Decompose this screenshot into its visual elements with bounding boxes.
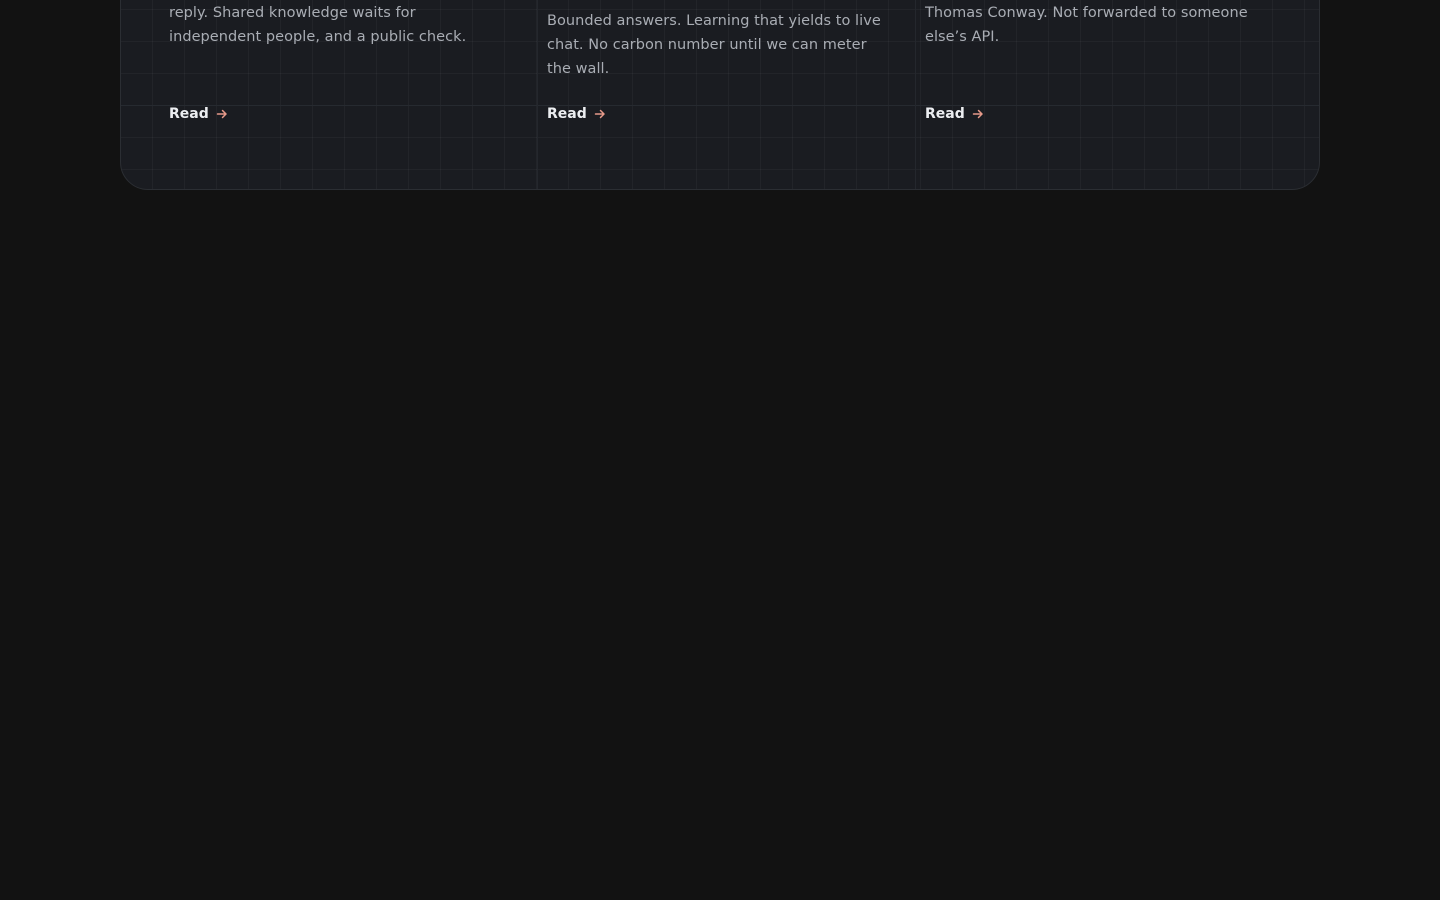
arrow-right-icon: [594, 109, 605, 119]
column-separator: [537, 0, 538, 189]
arrow-right-icon: [216, 109, 227, 119]
read-link-label: Read: [169, 106, 209, 122]
arrow-right-icon: [972, 109, 983, 119]
article-description: Thomas Conway. Not forwarded to someone …: [925, 5, 1248, 45]
article-description: reply. Shared knowledge waits for indepe…: [169, 5, 467, 45]
read-link[interactable]: Read: [547, 106, 606, 122]
read-link[interactable]: Read: [169, 106, 228, 122]
row-divider: [121, 105, 1319, 106]
read-link[interactable]: Read: [925, 106, 984, 122]
article-description: Bounded answers. Learning that yields to…: [547, 13, 881, 77]
read-link-label: Read: [925, 106, 965, 122]
articles-panel: reply. Shared knowledge waits for indepe…: [120, 0, 1320, 190]
read-link-label: Read: [547, 106, 587, 122]
column-separator: [915, 0, 916, 189]
